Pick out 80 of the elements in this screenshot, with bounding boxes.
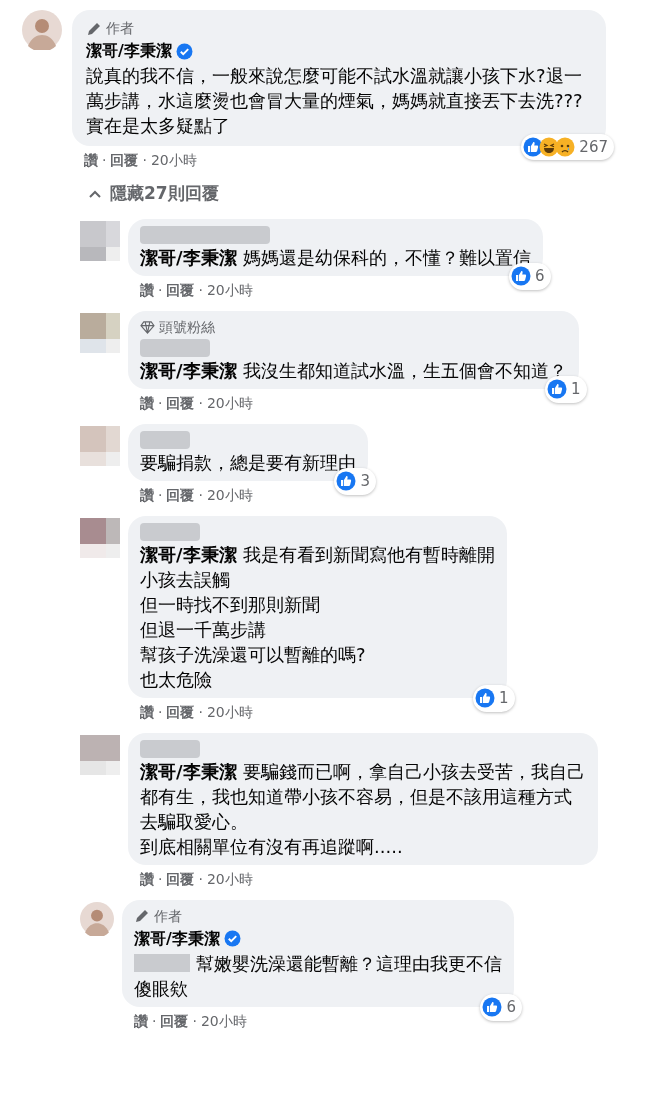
separator: ·	[102, 151, 107, 169]
separator: ·	[142, 151, 147, 169]
separator: ·	[198, 393, 203, 412]
like-link[interactable]: 讚	[134, 1011, 148, 1030]
sad-reaction-icon	[555, 136, 576, 157]
like-reaction-icon	[475, 688, 496, 709]
badge-label: 作者	[154, 906, 182, 926]
separator: ·	[198, 702, 203, 721]
separator: ·	[158, 485, 163, 504]
avatar[interactable]	[22, 10, 62, 50]
like-link[interactable]: 讚	[140, 393, 154, 412]
reply-link[interactable]: 回覆	[166, 702, 195, 721]
separator: ·	[198, 485, 203, 504]
blurred-name	[140, 739, 200, 758]
blurred-avatar[interactable]	[80, 734, 120, 775]
reply-link[interactable]: 回覆	[166, 393, 195, 412]
separator: ·	[198, 280, 203, 299]
comment-text: 傻眼欸	[134, 976, 189, 1001]
timestamp[interactable]: 20小時	[206, 702, 253, 721]
mention-link[interactable]: 潔哥/李秉潔	[140, 359, 237, 381]
reaction-count: 1	[499, 688, 509, 709]
reply-link[interactable]: 回覆	[110, 151, 139, 169]
mention-link[interactable]: 潔哥/李秉潔	[140, 543, 237, 565]
badge-label: 作者	[106, 19, 134, 38]
reply-link[interactable]: 回覆	[166, 869, 195, 888]
badge-label: 頭號粉絲	[159, 317, 215, 337]
like-reaction-icon	[523, 136, 544, 157]
blurred-avatar[interactable]	[80, 220, 120, 261]
reaction-count-pill[interactable]: 267	[521, 133, 614, 160]
separator: ·	[192, 1011, 197, 1030]
blurred-avatar[interactable]	[80, 517, 120, 558]
comment-text: 幫嫩嬰洗澡還能暫離？這理由我更不信	[196, 951, 502, 976]
blurred-name	[140, 430, 190, 449]
blurred-name	[140, 338, 210, 357]
like-link[interactable]: 讚	[140, 869, 154, 888]
commenter-name[interactable]: 潔哥/李秉潔	[134, 926, 220, 951]
like-link[interactable]: 讚	[84, 151, 98, 169]
timestamp[interactable]: 20小時	[206, 869, 253, 888]
reaction-count: 6	[535, 266, 545, 287]
reaction-count: 267	[579, 136, 608, 158]
like-reaction-icon	[547, 379, 568, 400]
mention-link[interactable]: 潔哥/李秉潔	[140, 760, 237, 782]
pencil-icon	[86, 20, 102, 37]
timestamp[interactable]: 20小時	[150, 151, 197, 169]
timestamp[interactable]: 20小時	[200, 1011, 247, 1030]
blurred-name	[140, 522, 200, 541]
laughing-reaction-icon	[539, 136, 560, 157]
reaction-count-pill[interactable]: 1	[473, 685, 515, 712]
like-link[interactable]: 讚	[140, 280, 154, 299]
separator: ·	[158, 393, 163, 412]
reaction-count: 3	[360, 471, 370, 492]
blurred-avatar[interactable]	[80, 425, 120, 466]
reaction-count: 1	[571, 379, 581, 400]
hide-replies-toggle[interactable]: 隱藏27則回覆	[88, 181, 219, 207]
pencil-icon	[134, 908, 150, 924]
separator: ·	[158, 280, 163, 299]
separator: ·	[158, 869, 163, 888]
commenter-name[interactable]: 潔哥/李秉潔	[86, 39, 172, 63]
reply-link[interactable]: 回覆	[166, 280, 195, 299]
like-reaction-icon	[482, 997, 503, 1018]
like-reaction-icon	[336, 471, 357, 492]
reply-link[interactable]: 回覆	[160, 1011, 189, 1030]
reaction-count: 6	[506, 997, 516, 1018]
mention-link[interactable]: 潔哥/李秉潔	[140, 246, 237, 268]
reaction-count-pill[interactable]: 6	[480, 994, 522, 1021]
like-reaction-icon	[511, 266, 532, 287]
separator: ·	[198, 869, 203, 888]
timestamp[interactable]: 20小時	[206, 280, 253, 299]
diamond-icon	[140, 320, 155, 334]
timestamp[interactable]: 20小時	[206, 485, 253, 504]
like-link[interactable]: 讚	[140, 485, 154, 504]
blurred-avatar[interactable]	[80, 312, 120, 353]
separator: ·	[158, 702, 163, 721]
separator: ·	[152, 1011, 157, 1030]
comment-text: 潔哥/李秉潔 要騙錢而已啊，拿自己小孩去受苦，我自己都有生，我也知道帶小孩不容易，但是不該用這種方式去騙取愛心。 到底相關單位有沒有再追蹤啊.....	[140, 759, 586, 859]
avatar[interactable]	[80, 901, 114, 936]
reply-link[interactable]: 回覆	[166, 485, 195, 504]
like-link[interactable]: 讚	[140, 702, 154, 721]
blurred-mention	[134, 954, 190, 972]
timestamp[interactable]: 20小時	[206, 393, 253, 412]
